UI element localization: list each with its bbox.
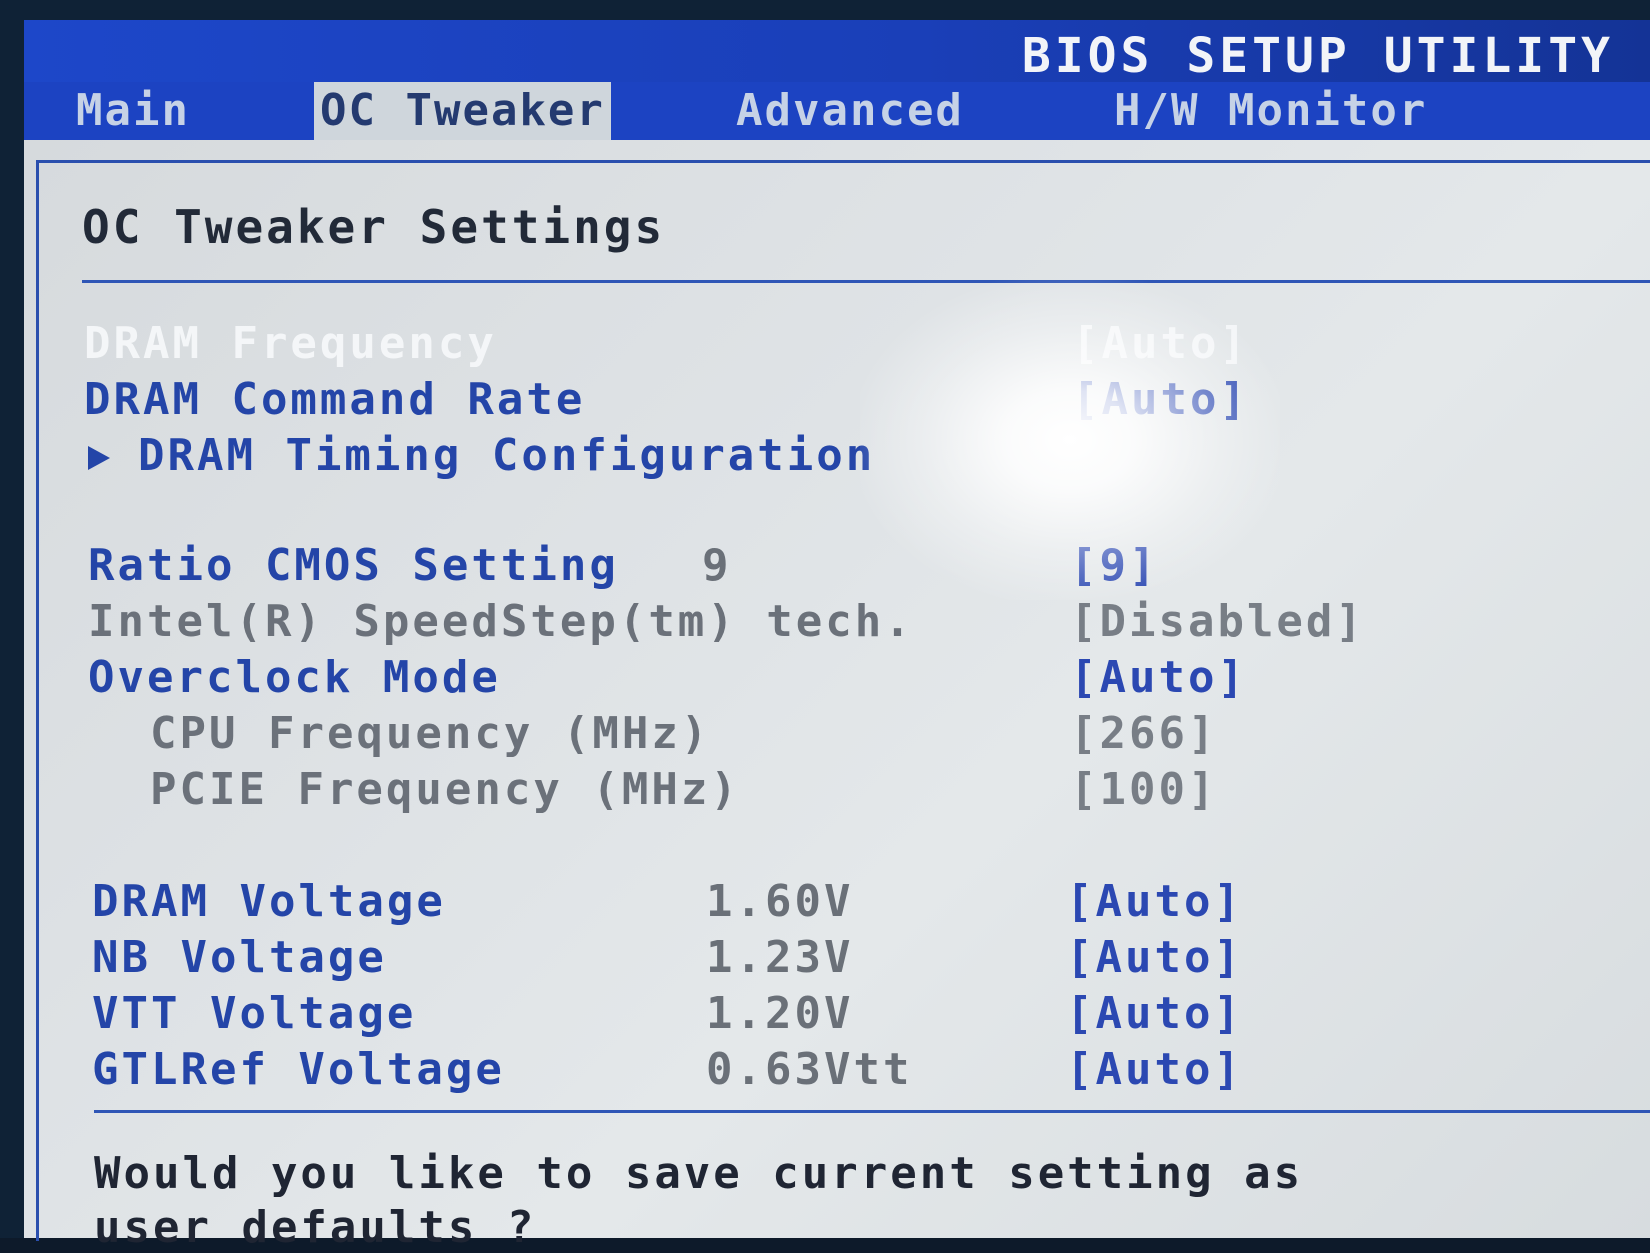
reading-value: 1.23V: [706, 932, 854, 983]
setting-row-overclock-mode[interactable]: Overclock Mode: [88, 652, 501, 703]
setting-label: Overclock Mode: [88, 652, 501, 703]
save-defaults-prompt-line2: user defaults ?: [94, 1202, 537, 1253]
setting-label: GTLRef Voltage: [92, 1044, 505, 1095]
setting-label: VTT Voltage: [92, 988, 417, 1039]
setting-row-dram-frequency[interactable]: DRAM Frequency: [84, 318, 497, 369]
setting-row-gtlref-voltage[interactable]: GTLRef Voltage: [92, 1044, 505, 1095]
setting-row-vtt-voltage[interactable]: VTT Voltage: [92, 988, 416, 1039]
setting-value-pcie-frequency[interactable]: [100]: [1070, 764, 1217, 815]
bios-screen: BIOS SETUP UTILITY Main OC Tweaker Advan…: [0, 0, 1650, 1253]
dram-voltage-reading: 1.60V: [706, 876, 853, 927]
submenu-arrow-icon: [88, 446, 110, 470]
setting-row-speedstep[interactable]: Intel(R) SpeedStep(tm) tech.: [88, 596, 914, 647]
setting-value-dram-command-rate[interactable]: [Auto]: [1072, 374, 1249, 425]
setting-label: Intel(R) SpeedStep(tm) tech.: [88, 596, 914, 647]
section-title: OC Tweaker Settings: [82, 200, 666, 254]
setting-value: [100]: [1070, 764, 1218, 815]
setting-label: Ratio CMOS Setting: [88, 540, 619, 591]
setting-value: [Auto]: [1070, 652, 1247, 703]
setting-value-ratio-cmos[interactable]: [9]: [1070, 540, 1158, 591]
setting-row-dram-command-rate[interactable]: DRAM Command Rate: [84, 374, 585, 425]
setting-value: [Auto]: [1066, 932, 1243, 983]
setting-value: [Auto]: [1072, 374, 1249, 425]
setting-value: [Auto]: [1066, 1044, 1243, 1095]
setting-row-nb-voltage[interactable]: NB Voltage: [92, 932, 387, 983]
prompt-divider: [94, 1110, 1650, 1113]
setting-value-dram-frequency[interactable]: [Auto]: [1072, 318, 1249, 369]
setting-value: [Auto]: [1066, 988, 1243, 1039]
reading-value: 9: [702, 540, 732, 591]
tab-bar: Main OC Tweaker Advanced H/W Monitor: [24, 82, 1650, 140]
setting-row-cpu-frequency[interactable]: CPU Frequency (MHz): [150, 708, 710, 759]
setting-value-vtt-voltage[interactable]: [Auto]: [1066, 988, 1243, 1039]
setting-value: [Auto]: [1066, 876, 1243, 927]
setting-row-pcie-frequency[interactable]: PCIE Frequency (MHz): [150, 764, 740, 815]
setting-label: DRAM Timing Configuration: [138, 430, 876, 481]
setting-row-ratio-cmos[interactable]: Ratio CMOS Setting: [88, 540, 619, 591]
setting-value-overclock-mode[interactable]: [Auto]: [1070, 652, 1247, 703]
nb-voltage-reading: 1.23V: [706, 932, 853, 983]
vtt-voltage-reading: 1.20V: [706, 988, 853, 1039]
setting-value: [9]: [1070, 540, 1159, 591]
setting-label: PCIE Frequency (MHz): [150, 764, 740, 815]
setting-value: [Disabled]: [1070, 596, 1365, 647]
reading-value: 0.63Vtt: [706, 1044, 913, 1095]
reading-value: 1.20V: [706, 988, 854, 1039]
submenu-dram-timing-configuration[interactable]: DRAM Timing Configuration: [88, 430, 875, 481]
app-title: BIOS SETUP UTILITY: [1021, 28, 1614, 84]
save-defaults-prompt-line1: Would you like to save current setting a…: [94, 1148, 1304, 1199]
setting-row-dram-voltage[interactable]: DRAM Voltage: [92, 876, 446, 927]
title-bar: BIOS SETUP UTILITY: [24, 20, 1650, 84]
setting-label: NB Voltage: [92, 932, 387, 983]
tab-advanced[interactable]: Advanced: [736, 82, 964, 140]
setting-value-dram-voltage[interactable]: [Auto]: [1066, 876, 1243, 927]
setting-label: DRAM Voltage: [92, 876, 446, 927]
section-divider: [82, 280, 1650, 283]
setting-label: DRAM Frequency: [84, 318, 497, 369]
setting-value-cpu-frequency[interactable]: [266]: [1070, 708, 1217, 759]
setting-value-gtlref-voltage[interactable]: [Auto]: [1066, 1044, 1243, 1095]
setting-label: CPU Frequency (MHz): [150, 708, 711, 759]
ratio-cmos-reading: 9: [702, 540, 732, 591]
setting-value: [266]: [1070, 708, 1218, 759]
setting-value: [Auto]: [1072, 318, 1249, 369]
setting-value-speedstep[interactable]: [Disabled]: [1070, 596, 1365, 647]
setting-label: DRAM Command Rate: [84, 374, 586, 425]
tab-oc-tweaker[interactable]: OC Tweaker: [314, 82, 611, 140]
setting-value-nb-voltage[interactable]: [Auto]: [1066, 932, 1243, 983]
tab-hw-monitor[interactable]: H/W Monitor: [1114, 82, 1427, 140]
gtlref-voltage-reading: 0.63Vtt: [706, 1044, 912, 1095]
reading-value: 1.60V: [706, 876, 854, 927]
tab-main[interactable]: Main: [76, 82, 190, 140]
